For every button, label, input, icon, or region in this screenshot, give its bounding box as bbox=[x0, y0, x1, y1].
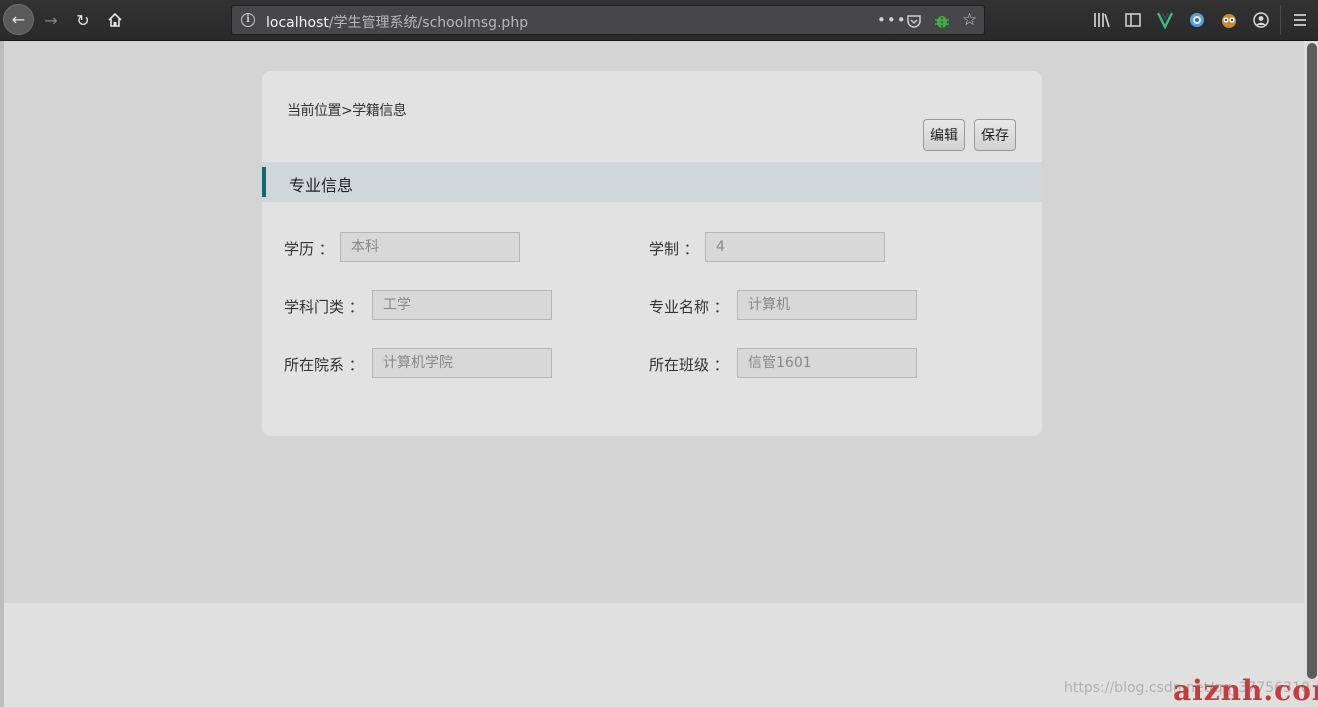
more-icon[interactable]: ••• bbox=[877, 11, 907, 29]
forward-button[interactable]: → bbox=[36, 5, 66, 35]
home-button[interactable] bbox=[100, 5, 130, 35]
url-host: localhost bbox=[266, 15, 329, 31]
duration-input[interactable]: 4 bbox=[705, 232, 885, 262]
arrow-right-icon: → bbox=[44, 10, 58, 30]
discipline-input[interactable]: 工学 bbox=[372, 290, 552, 320]
url-bar[interactable]: i localhost/学生管理系统/schoolmsg.php ••• ☆ bbox=[231, 5, 985, 35]
bug-icon[interactable] bbox=[934, 12, 950, 30]
section-accent-bar bbox=[262, 167, 266, 197]
department-label: 所在院系 ： bbox=[284, 356, 364, 374]
breadcrumb: 当前位置>学籍信息 bbox=[287, 103, 407, 119]
info-icon[interactable]: i bbox=[241, 13, 255, 27]
back-button[interactable]: ← bbox=[3, 4, 34, 35]
major-input[interactable]: 计算机 bbox=[737, 290, 917, 320]
section-title: 专业信息 bbox=[289, 176, 354, 195]
education-input[interactable]: 本科 bbox=[340, 232, 520, 262]
vue-devtools-icon[interactable] bbox=[1157, 11, 1173, 29]
owl-extension-icon[interactable] bbox=[1221, 12, 1237, 28]
save-button[interactable]: 保存 bbox=[974, 119, 1016, 151]
discipline-label: 学科门类 ： bbox=[284, 298, 364, 316]
extension-icon[interactable] bbox=[1189, 12, 1205, 28]
url-path: /学生管理系统/schoolmsg.php bbox=[328, 15, 529, 31]
section-header: 专业信息 bbox=[262, 162, 1042, 202]
student-info-card: 当前位置>学籍信息 编辑 保存 专业信息 学历 ： 本科 学制 ： 4 学科门类… bbox=[262, 71, 1042, 436]
major-label: 专业名称 ： bbox=[649, 298, 729, 316]
home-icon bbox=[108, 12, 122, 27]
star-icon[interactable]: ☆ bbox=[962, 11, 977, 29]
class-input[interactable]: 信管1601 bbox=[737, 348, 917, 378]
pocket-icon[interactable] bbox=[906, 13, 922, 29]
reload-icon: ↻ bbox=[76, 10, 90, 30]
toolbar-separator bbox=[1280, 5, 1281, 35]
hamburger-menu-icon[interactable] bbox=[1293, 13, 1307, 27]
edit-button[interactable]: 编辑 bbox=[923, 119, 965, 151]
arrow-left-icon: ← bbox=[11, 10, 26, 29]
url-text[interactable]: localhost/学生管理系统/schoolmsg.php bbox=[266, 12, 528, 32]
scrollbar-thumb[interactable] bbox=[1307, 43, 1317, 679]
watermark-logo: aiznh.com bbox=[1173, 674, 1318, 707]
department-input[interactable]: 计算机学院 bbox=[372, 348, 552, 378]
education-label: 学历 ： bbox=[284, 240, 334, 258]
browser-toolbar: ← → ↻ i localhost/学生管理系统/schoolmsg.php •… bbox=[0, 0, 1318, 41]
library-icon[interactable] bbox=[1093, 12, 1111, 28]
duration-label: 学制 ： bbox=[649, 240, 699, 258]
account-icon[interactable] bbox=[1253, 12, 1269, 28]
reload-button[interactable]: ↻ bbox=[68, 5, 98, 35]
vertical-scrollbar[interactable] bbox=[1304, 41, 1318, 707]
sidebar-icon[interactable] bbox=[1125, 12, 1141, 28]
class-label: 所在班级 ： bbox=[649, 356, 729, 374]
